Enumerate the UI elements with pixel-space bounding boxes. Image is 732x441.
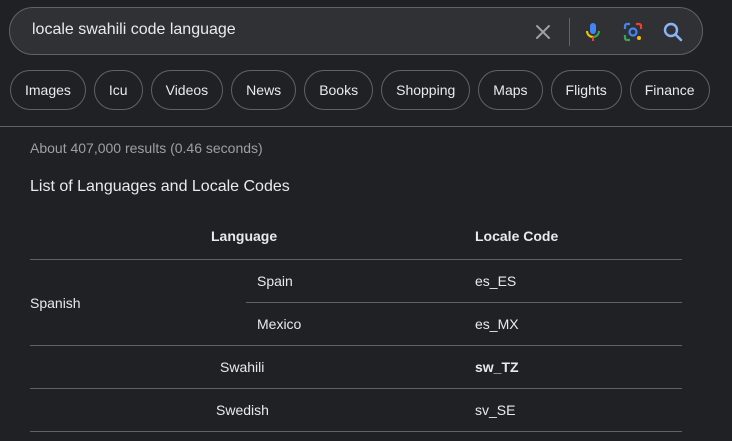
cell-language-swahili: Swahili	[220, 359, 265, 375]
search-bar[interactable]: locale swahili code language	[9, 7, 703, 55]
cell-language-spanish: Spanish	[30, 295, 81, 311]
chip-news[interactable]: News	[231, 70, 297, 110]
search-bar-divider	[569, 18, 570, 46]
cell-region-spain: Spain	[257, 273, 293, 289]
table-divider	[246, 302, 682, 303]
result-stats: About 407,000 results (0.46 seconds)	[30, 140, 263, 156]
header-locale-code: Locale Code	[475, 228, 559, 244]
chip-videos[interactable]: Videos	[150, 70, 224, 110]
chip-shopping[interactable]: Shopping	[381, 70, 471, 110]
mic-icon[interactable]	[581, 20, 605, 44]
chip-maps[interactable]: Maps	[478, 70, 543, 110]
lens-icon[interactable]	[621, 20, 645, 44]
chip-finance[interactable]: Finance	[629, 70, 710, 110]
table-title: List of Languages and Locale Codes	[30, 178, 290, 195]
table-divider	[30, 259, 682, 260]
header-divider	[0, 126, 732, 127]
close-icon[interactable]	[531, 20, 555, 44]
table-divider	[30, 431, 682, 432]
cell-code-es-es: es_ES	[475, 273, 517, 289]
chip-icu[interactable]: Icu	[93, 70, 143, 110]
chip-images[interactable]: Images	[10, 70, 86, 110]
search-icon[interactable]	[661, 20, 685, 44]
search-input[interactable]: locale swahili code language	[32, 21, 236, 39]
cell-language-swedish: Swedish	[216, 402, 269, 418]
table-divider	[30, 345, 682, 346]
cell-region-mexico: Mexico	[257, 316, 302, 332]
filter-chips: Images Icu Videos News Books Shopping Ma…	[10, 70, 710, 110]
header-language: Language	[211, 228, 278, 244]
table-divider	[30, 388, 682, 389]
cell-code-es-mx: es_MX	[475, 316, 519, 332]
cell-code-sw-tz: sw_TZ	[475, 359, 519, 375]
chip-books[interactable]: Books	[304, 70, 374, 110]
cell-code-sv-se: sv_SE	[475, 402, 516, 418]
chip-flights[interactable]: Flights	[550, 70, 622, 110]
